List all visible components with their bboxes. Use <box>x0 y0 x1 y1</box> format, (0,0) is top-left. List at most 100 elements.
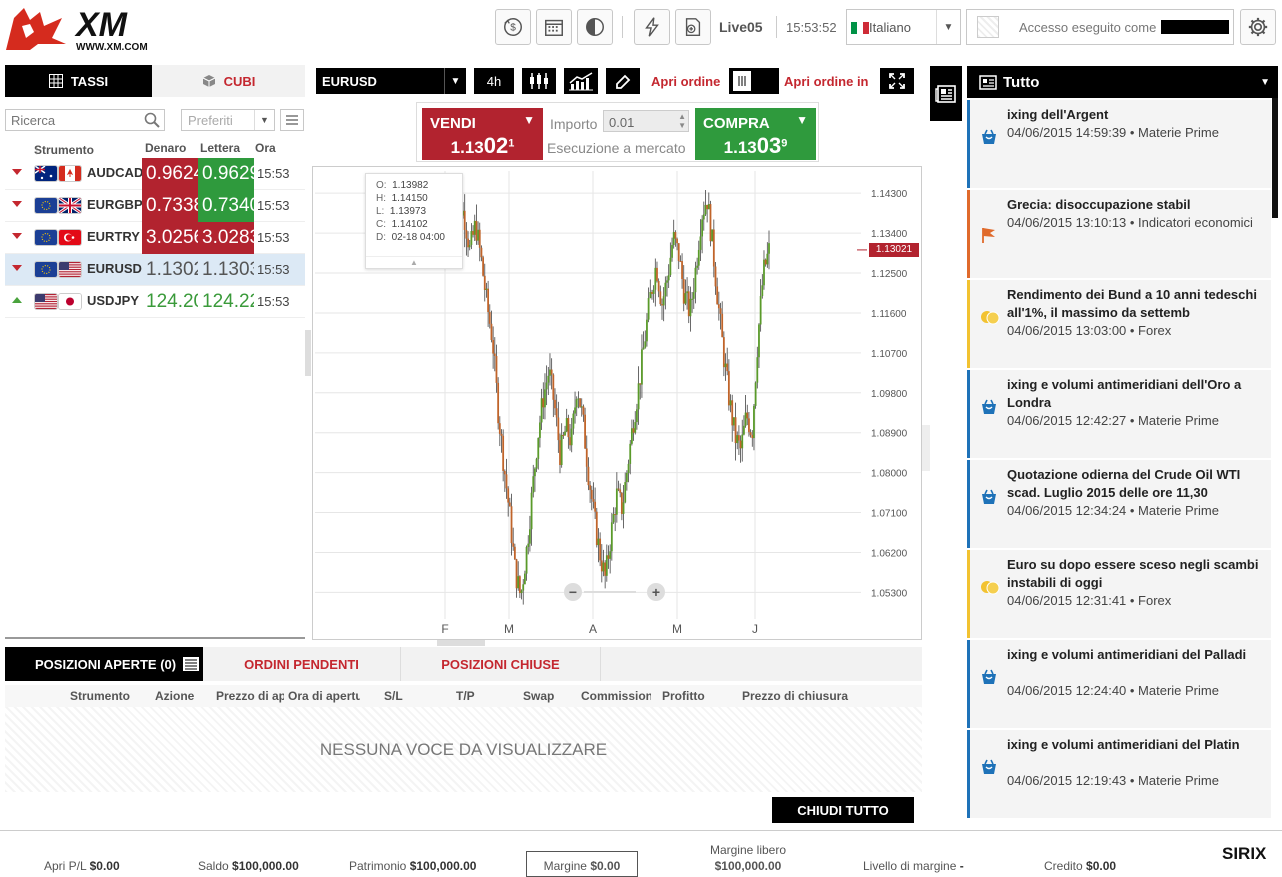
chart-type-button[interactable] <box>522 68 556 94</box>
table-row[interactable]: EURTRY 3.0256 3.0283 15:53 <box>5 222 305 254</box>
table-row-selected[interactable]: EURUSD 1.1302 1.1303 15:53 <box>5 254 305 286</box>
indicators-button[interactable] <box>564 68 598 94</box>
table-row[interactable]: AUDCAD 0.9624 0.9629 15:53 <box>5 158 305 190</box>
symbol-select[interactable]: EURUSD ▼ <box>316 68 466 94</box>
y-tick-label: 1.14300 <box>871 189 908 200</box>
table-row[interactable]: USDJPY 124.20 124.22 15:53 <box>5 286 305 318</box>
coins-icon <box>980 578 1000 599</box>
col-profit[interactable]: Profitto <box>662 689 722 703</box>
price-chart[interactable]: 1.14300 1.13400 1.12500 1.11600 1.10700 1.098… <box>312 166 922 640</box>
panel-collapse-handle[interactable] <box>305 330 311 376</box>
news-item[interactable]: Grecia: disoccupazione stabil 04/06/2015 … <box>967 190 1271 278</box>
col-take-profit[interactable]: T/P <box>456 689 486 703</box>
quote-time: 15:53 <box>257 294 290 309</box>
draw-tool-button[interactable] <box>606 68 640 94</box>
zoom-slider[interactable] <box>584 591 636 593</box>
search-box[interactable] <box>5 109 165 131</box>
x-tick-label: J <box>752 622 758 636</box>
news-item[interactable]: Rendimento dei Bund a 10 anni tedeschi a… <box>967 280 1271 368</box>
calendar-button[interactable] <box>536 9 572 45</box>
search-input[interactable] <box>6 110 136 130</box>
col-time[interactable]: Ora <box>255 141 276 155</box>
bid-price[interactable]: 124.20 <box>142 286 198 318</box>
table-row[interactable]: EURGBP 0.7338 0.7340 15:53 <box>5 190 305 222</box>
xm-logo[interactable]: XM WWW.XM.COM <box>4 4 156 54</box>
col-bid[interactable]: Denaro <box>145 141 186 155</box>
margin-value: $0.00 <box>590 859 621 873</box>
tab-open-positions-label: POSIZIONI APERTE (0) <box>35 656 177 672</box>
ask-price[interactable]: 3.0283 <box>198 222 254 254</box>
close-all-button[interactable]: CHIUDI TUTTO <box>772 797 914 823</box>
col-close-price[interactable]: Prezzo di chiusura <box>742 689 862 703</box>
panel-collapse-handle[interactable] <box>922 425 930 471</box>
amount-value[interactable]: 0.01 <box>609 115 634 130</box>
tab-pending-orders[interactable]: ORDINI PENDENTI <box>203 647 401 681</box>
ask-price[interactable]: 0.9629 <box>198 158 254 190</box>
tab-cubes[interactable]: CUBI <box>152 65 305 97</box>
settings-button[interactable] <box>1240 9 1276 45</box>
col-open-time[interactable]: Ora di apertura <box>288 689 360 703</box>
newspaper-icon <box>935 84 956 103</box>
stepper-arrows-icon[interactable]: ▲ ▼ <box>678 112 686 130</box>
list-view-button[interactable] <box>280 109 304 131</box>
buy-button[interactable]: COMPRA ▼ 1.13039 <box>695 108 816 160</box>
zoom-out-button[interactable]: − <box>564 583 582 601</box>
symbol-label: AUDCAD <box>87 165 144 180</box>
quick-trade-button[interactable] <box>634 9 670 45</box>
col-ask[interactable]: Lettera <box>200 141 240 155</box>
margin-level-label: Livello di margine <box>863 859 957 873</box>
collapse-up-icon[interactable]: ▲ <box>366 256 462 268</box>
open-order-at-link[interactable]: Apri ordine in <box>784 74 869 89</box>
fullscreen-icon <box>889 73 905 89</box>
ask-price[interactable]: 124.22 <box>198 286 254 318</box>
free-margin-value: $100,000.00 <box>714 859 782 873</box>
candle-body <box>500 433 503 436</box>
news-item[interactable]: ixing dell'Argent 04/06/2015 14:59:39 • M… <box>967 100 1271 188</box>
search-icon[interactable] <box>144 112 160 128</box>
news-item[interactable]: Quotazione odierna del Crude Oil WTI sca… <box>967 460 1271 548</box>
eraser-icon <box>616 74 631 89</box>
bid-price[interactable]: 0.9624 <box>142 158 198 190</box>
uk-flag-icon <box>59 198 81 213</box>
col-open-price[interactable]: Prezzo di apertura <box>216 689 284 703</box>
col-swap[interactable]: Swap <box>523 689 563 703</box>
tab-open-positions[interactable]: POSIZIONI APERTE (0) <box>5 647 203 681</box>
news-toggle-button[interactable] <box>930 66 962 121</box>
amount-stepper[interactable]: 0.01 ▲ ▼ <box>603 110 689 132</box>
news-scrollbar-thumb[interactable] <box>1272 98 1278 218</box>
tab-closed-positions[interactable]: POSIZIONI CHIUSE <box>401 647 601 681</box>
language-select[interactable]: Italiano ▼ <box>846 9 961 45</box>
col-instrument[interactable]: Strumento <box>70 689 140 703</box>
news-item[interactable]: ixing e volumi antimeridiani dell'Oro a … <box>967 370 1271 458</box>
zoom-in-button[interactable]: + <box>647 583 665 601</box>
ask-price[interactable]: 0.7340 <box>198 190 254 222</box>
col-action[interactable]: Azione <box>155 689 210 703</box>
timeframe-select[interactable]: 4h <box>474 68 514 94</box>
news-item[interactable]: ixing e volumi antimeridiani del Palladi… <box>967 640 1271 728</box>
new-document-button[interactable] <box>675 9 711 45</box>
news-header[interactable]: Tutto ▼ <box>967 66 1278 98</box>
col-commission[interactable]: Commissione <box>581 689 651 703</box>
candle-body <box>535 458 538 469</box>
open-order-toggle[interactable] <box>729 68 779 94</box>
account-box[interactable]: Accesso eseguito come <box>966 9 1234 45</box>
candle-body <box>749 432 752 435</box>
tab-rates[interactable]: TASSI <box>5 65 152 97</box>
panel-resize-handle[interactable] <box>437 640 485 646</box>
sell-price-fraction: 1 <box>508 137 515 150</box>
margin[interactable]: Margine $0.00 <box>526 851 638 877</box>
deposit-button[interactable]: $ <box>495 9 531 45</box>
sell-button[interactable]: VENDI ▼ 1.13021 <box>422 108 543 160</box>
bid-price[interactable]: 3.0256 <box>142 222 198 254</box>
favorites-select[interactable]: Preferiti ▼ <box>181 109 275 131</box>
news-item[interactable]: Euro su dopo essere sceso negli scambi i… <box>967 550 1271 638</box>
news-item[interactable]: ixing e volumi antimeridiani del Platin 0… <box>967 730 1271 818</box>
bid-price[interactable]: 0.7338 <box>142 190 198 222</box>
margin-label: Margine <box>543 859 587 873</box>
ask-price[interactable]: 1.1303 <box>198 254 254 286</box>
col-stop-loss[interactable]: S/L <box>384 689 414 703</box>
open-order-link[interactable]: Apri ordine <box>651 74 720 89</box>
fullscreen-button[interactable] <box>880 68 914 94</box>
theme-button[interactable] <box>577 9 613 45</box>
bid-price[interactable]: 1.1302 <box>142 254 198 286</box>
